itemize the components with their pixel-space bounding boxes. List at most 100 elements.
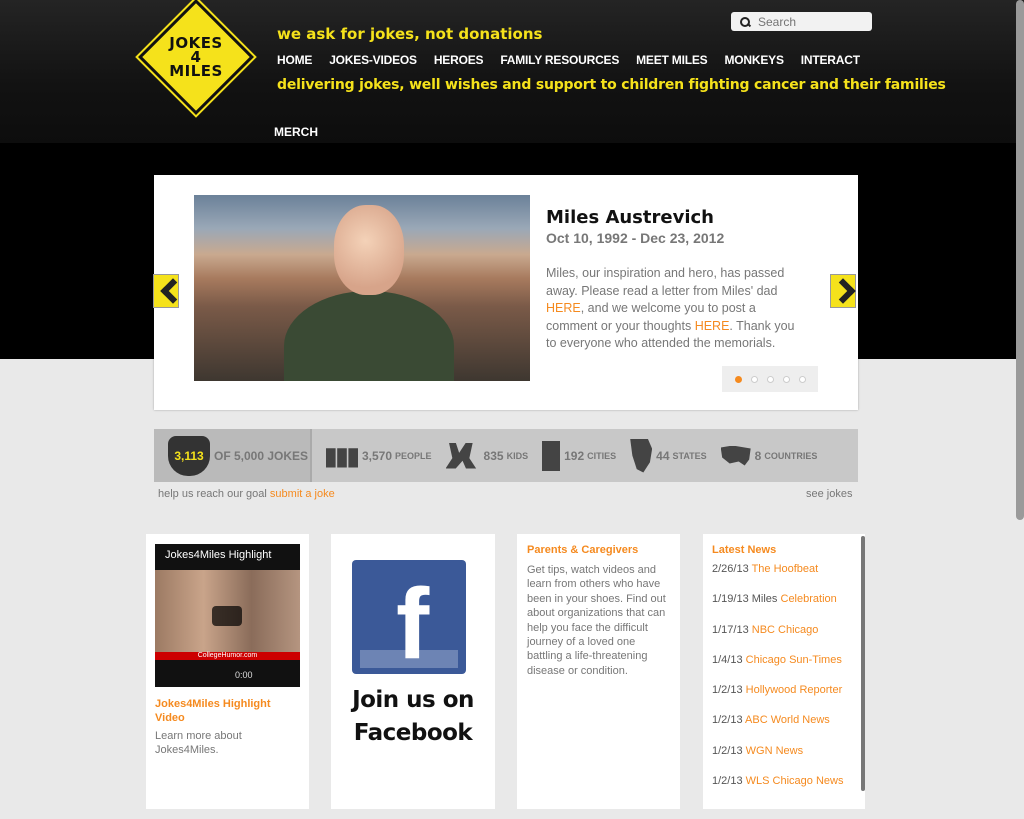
search-icon xyxy=(740,16,750,27)
usa-map-icon xyxy=(720,445,751,466)
logo-text[interactable]: JOKES 4 MILES xyxy=(156,36,236,80)
slider-pagination xyxy=(722,366,818,392)
photo-body xyxy=(284,291,454,381)
news-date: 2/26/13 xyxy=(712,563,749,575)
cities-num: 192 xyxy=(564,448,585,463)
video-channel: CollegeHumor.com xyxy=(155,652,300,660)
submit-joke-link[interactable]: submit a joke xyxy=(270,488,335,500)
hero-slider: Miles Austrevich Oct 10, 1992 - Dec 23, … xyxy=(153,175,858,410)
news-date: 1/19/13 Miles xyxy=(712,593,778,606)
news-source-link[interactable]: WLS Chicago News xyxy=(746,775,844,787)
news-item: 1/2/13 Hollywood Reporter xyxy=(712,684,857,714)
slider-next-arrow-icon[interactable] xyxy=(830,274,856,308)
video-title-overlay: Jokes4Miles Highlight xyxy=(165,549,272,561)
slide-name: Miles Austrevich xyxy=(546,207,714,228)
facebook-join-text[interactable]: Join us on Facebook xyxy=(331,684,495,750)
people-icon xyxy=(326,448,358,468)
video-card-desc: Learn more about Jokes4Miles. xyxy=(155,730,242,756)
news-date: 1/2/13 xyxy=(712,744,743,757)
people-label: PEOPLE xyxy=(395,450,432,461)
news-source-link[interactable]: Celebration xyxy=(781,593,837,605)
video-card: Jokes4Miles Highlight CollegeHumor.com 0… xyxy=(146,534,309,809)
jokes-counter: 3,113 OF 5,000 JOKES xyxy=(154,429,312,482)
news-item: 1/2/13 ABC World News xyxy=(712,714,857,744)
parents-card-title[interactable]: Parents & Caregivers xyxy=(527,544,638,556)
stat-cities: 192 CITIES xyxy=(542,440,617,471)
shield-icon: 3,113 xyxy=(168,435,210,476)
reach-goal-text: help us reach our goal submit a joke xyxy=(158,488,335,500)
facebook-card[interactable]: f Join us on Facebook xyxy=(331,534,495,809)
nav-interact[interactable]: INTERACT xyxy=(801,53,860,67)
news-scrollbar[interactable] xyxy=(861,536,865,791)
news-date: 1/2/13 xyxy=(712,775,743,788)
news-source-link[interactable]: The Hoofbeat xyxy=(752,563,819,575)
news-source-link[interactable]: NBC Chicago xyxy=(752,624,819,636)
news-item: 2/26/13 The Hoofbeat xyxy=(712,563,857,593)
search-input[interactable] xyxy=(758,14,868,29)
stat-states: 44 STATES xyxy=(630,438,707,473)
nav-monkeys[interactable]: MONKEYS xyxy=(724,53,783,67)
nav-meet-miles[interactable]: MEET MILES xyxy=(636,53,708,67)
slider-dot-5[interactable] xyxy=(798,375,806,383)
news-date: 1/4/13 xyxy=(712,653,743,666)
stat-people: 3,570 PEOPLE xyxy=(326,444,432,468)
news-source-link[interactable]: ABC World News xyxy=(745,714,830,726)
jokes-goal: OF 5,000 JOKES xyxy=(214,448,309,463)
news-source-link[interactable]: WGN News xyxy=(746,745,803,757)
search-box[interactable] xyxy=(731,12,872,31)
news-item: 1/2/13 WGN News xyxy=(712,745,857,775)
facebook-f-glyph: f xyxy=(396,568,430,674)
news-source-link[interactable]: Chicago Sun-Times xyxy=(746,654,842,666)
logo-line-3: MILES xyxy=(169,62,223,80)
news-source-link[interactable]: Hollywood Reporter xyxy=(746,684,843,696)
kids-num: 835 xyxy=(483,448,504,463)
jokes-count: 3,113 xyxy=(174,448,204,463)
news-date: 1/2/13 xyxy=(712,714,743,727)
slide-dates: Oct 10, 1992 - Dec 23, 2012 xyxy=(546,230,725,246)
slide-link-comment[interactable]: HERE xyxy=(695,319,730,333)
slider-dot-1[interactable] xyxy=(734,375,742,383)
illinois-state-icon xyxy=(630,438,653,473)
slider-dot-2[interactable] xyxy=(750,375,758,383)
video-card-title[interactable]: Jokes4Miles Highlight Video xyxy=(155,697,295,725)
news-date: 1/17/13 xyxy=(712,623,749,636)
building-icon xyxy=(542,440,561,471)
people-num: 3,570 xyxy=(362,448,393,463)
video-player[interactable]: Jokes4Miles Highlight CollegeHumor.com 0… xyxy=(155,544,300,687)
main-nav: HOME JOKES-VIDEOS HEROES FAMILY RESOURCE… xyxy=(277,53,877,67)
reach-text: help us reach our goal xyxy=(158,488,270,500)
slider-prev-arrow-icon[interactable] xyxy=(153,274,179,308)
news-item: 1/4/13 Chicago Sun-Times xyxy=(712,654,857,684)
kids-label: KIDS xyxy=(506,450,529,461)
video-time: 0:00 xyxy=(235,670,253,680)
news-item: 1/2/13 WLS Chicago News xyxy=(712,775,857,805)
news-item: 1/17/13 NBC Chicago xyxy=(712,624,857,654)
miles-photo xyxy=(194,195,530,381)
nav-jokes-videos[interactable]: JOKES-VIDEOS xyxy=(329,53,417,67)
cities-label: CITIES xyxy=(587,450,617,461)
kids-running-icon xyxy=(445,442,477,469)
slide-link-letter[interactable]: HERE xyxy=(546,301,581,315)
news-list: 2/26/13 The Hoofbeat 1/19/13 Miles Celeb… xyxy=(712,563,857,805)
countries-label: COUNTRIES xyxy=(764,450,818,461)
nav-home[interactable]: HOME xyxy=(277,53,312,67)
parents-card: Parents & Caregivers Get tips, watch vid… xyxy=(517,534,680,809)
news-card-title[interactable]: Latest News xyxy=(712,544,776,556)
states-label: STATES xyxy=(672,450,707,461)
page-scrollbar[interactable] xyxy=(1016,0,1024,520)
slider-dot-4[interactable] xyxy=(782,375,790,383)
see-jokes-link[interactable]: see jokes xyxy=(806,488,852,500)
facebook-icon[interactable]: f xyxy=(352,560,466,674)
slider-dot-3[interactable] xyxy=(766,375,774,383)
nav-merch[interactable]: MERCH xyxy=(274,125,318,139)
slide-text: Miles, our inspiration and hero, has pas… xyxy=(546,265,806,353)
parents-card-desc: Get tips, watch videos and learn from ot… xyxy=(527,564,666,677)
states-num: 44 xyxy=(656,448,670,463)
play-icon[interactable] xyxy=(212,606,242,626)
stat-countries: 8 COUNTRIES xyxy=(720,445,818,466)
nav-heroes[interactable]: HEROES xyxy=(434,53,484,67)
nav-family-resources[interactable]: FAMILY RESOURCES xyxy=(500,53,619,67)
photo-head xyxy=(334,205,404,295)
stat-kids: 835 KIDS xyxy=(445,442,529,469)
news-card: Latest News 2/26/13 The Hoofbeat 1/19/13… xyxy=(703,534,865,809)
